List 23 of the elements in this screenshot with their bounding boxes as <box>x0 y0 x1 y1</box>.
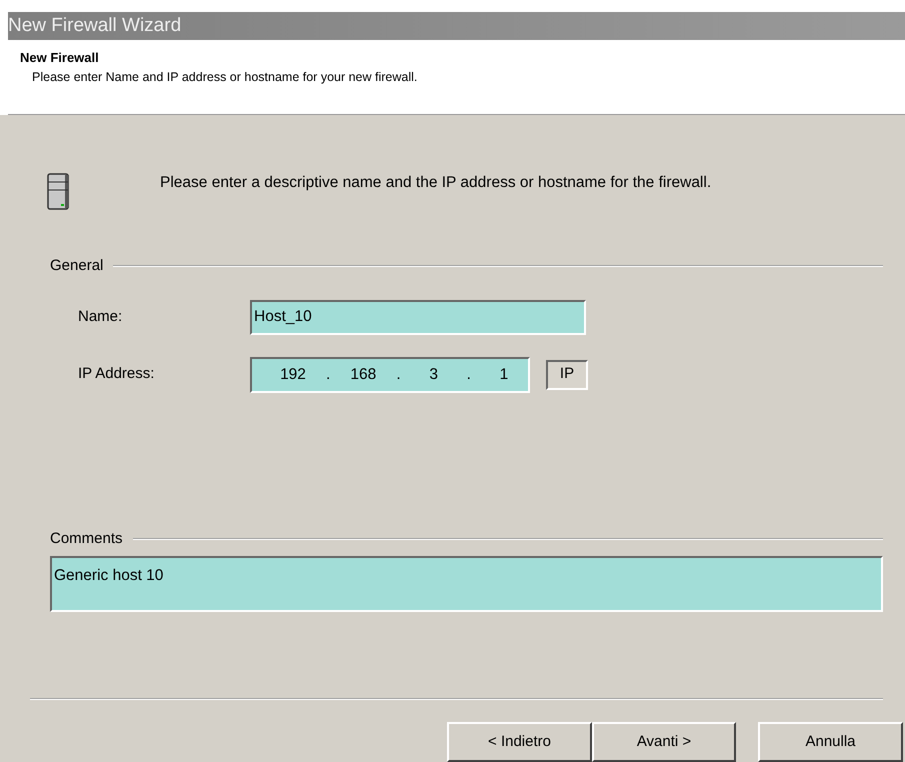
group-label: Comments <box>50 528 123 548</box>
ip-separator: . <box>326 364 330 385</box>
field-label: IP Address: <box>77 364 156 384</box>
server-icon <box>46 171 72 211</box>
ip-separator: . <box>396 364 401 385</box>
page-title: New Firewall <box>20 49 100 67</box>
comments-field[interactable]: Generic host 10 <box>50 556 883 612</box>
wizard-button[interactable]: < Indietro <box>447 722 592 762</box>
ip-octet: 3 <box>428 364 439 385</box>
page-subtitle: Please enter Name and IP address or hostname for your new firewall. <box>31 68 418 86</box>
instruction-text: Please enter a descriptive name and the IP address or hostname for the firewall. <box>160 173 712 193</box>
wizard-button[interactable]: Avanti > <box>592 722 736 762</box>
ip-octet: 1 <box>498 364 510 385</box>
ip-address-field[interactable]: 192 . 168 . 3 . 1 <box>250 356 530 392</box>
window-title: New Firewall Wizard <box>8 12 905 40</box>
wizard-button[interactable]: Annulla <box>758 722 903 762</box>
name-field[interactable]: Host_10 <box>250 300 586 334</box>
ip-button[interactable]: IP <box>546 360 588 390</box>
ip-octet: 168 <box>349 364 378 385</box>
group-label: General <box>50 256 104 276</box>
ip-octet: 192 <box>279 364 307 385</box>
ip-separator: . <box>466 364 471 385</box>
field-label: Name: <box>77 306 124 327</box>
